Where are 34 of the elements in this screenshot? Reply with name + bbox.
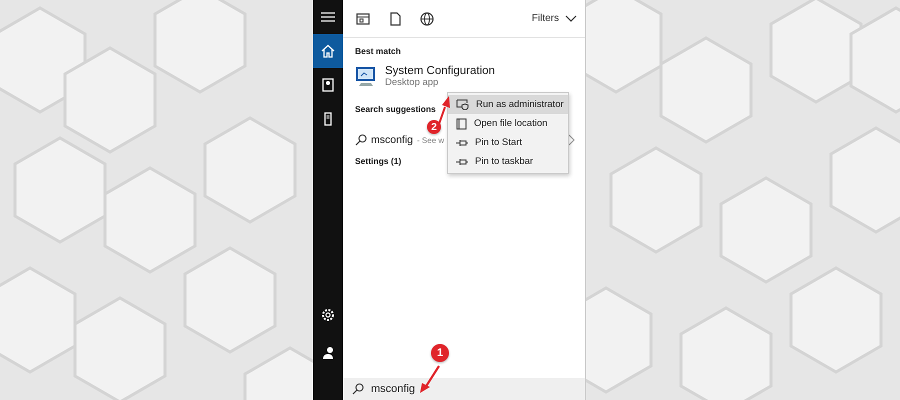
suggestion-hint: - See w	[417, 136, 444, 144]
search-icon	[355, 134, 367, 146]
app-title: System Configuration	[385, 64, 495, 76]
settings-icon	[321, 308, 335, 322]
app-subtitle: Desktop app	[385, 76, 440, 88]
filters-button[interactable]: Filters	[530, 11, 579, 26]
section-heading: Settings (1)	[355, 155, 402, 168]
window-icon	[356, 12, 370, 24]
search-field[interactable]: msconfig	[343, 378, 585, 400]
tower-icon	[324, 112, 332, 126]
menu-icon	[321, 11, 335, 23]
chevron-down-icon	[565, 15, 577, 22]
pin-icon	[456, 138, 468, 146]
shield-icon	[456, 99, 469, 110]
home-button[interactable]	[313, 34, 343, 68]
suggestion-query[interactable]: msconfig	[371, 134, 414, 146]
chevron-right-icon[interactable]	[568, 134, 575, 146]
document-icon	[390, 12, 400, 26]
user-icon	[321, 346, 335, 360]
pin-icon	[456, 158, 468, 166]
menu-item[interactable]: Run as administrator	[448, 95, 568, 114]
search-icon	[352, 383, 364, 395]
globe-icon	[420, 12, 434, 26]
monitor-icon	[355, 65, 377, 87]
folder-icon	[456, 118, 467, 130]
contact-card-icon	[322, 78, 334, 92]
arrow	[437, 95, 451, 125]
menu-item[interactable]: Pin to Start	[448, 133, 568, 152]
app-result[interactable]: System Configuration Desktop app	[355, 59, 585, 93]
section-heading: Search suggestions	[355, 103, 436, 116]
section-heading: Best match	[355, 45, 401, 58]
menu-item[interactable]: Open file location	[448, 114, 568, 133]
menu-item[interactable]: Pin to taskbar	[448, 152, 568, 171]
home-icon	[321, 44, 335, 58]
